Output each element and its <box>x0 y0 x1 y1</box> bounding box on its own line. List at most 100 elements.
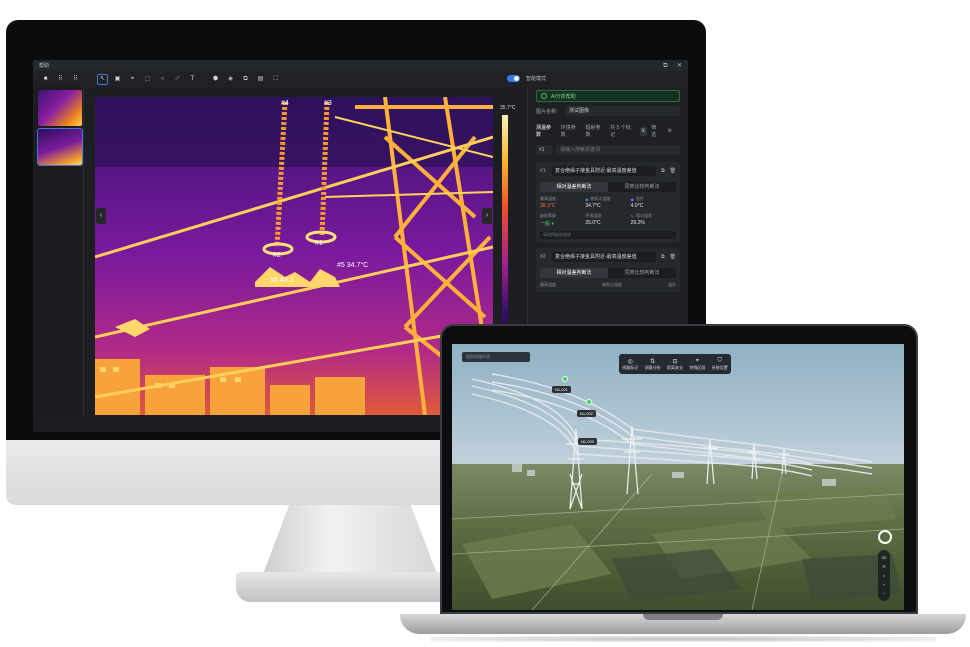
smart-mode-label: 智能模式 <box>525 76 546 82</box>
method-same-type[interactable]: 同类比较判断法 <box>608 268 676 278</box>
spot-label-1: #1 <box>315 240 323 247</box>
filter-icon[interactable]: ⊻ <box>639 126 648 136</box>
pointer-icon[interactable]: ↖ <box>97 73 108 85</box>
pin-icon: ⌖ <box>695 357 700 364</box>
copy-icon[interactable]: ⧉ <box>661 168 665 174</box>
spot-label-4: #4 <box>281 100 289 107</box>
ai-assist-label: AI分析帮助 <box>551 93 576 100</box>
compass-icon[interactable] <box>878 530 892 544</box>
defect-description-select[interactable]: 请选择缺陷描述 <box>540 231 676 239</box>
tag-icon[interactable]: ◈ <box>226 75 235 84</box>
metric-temp-rise: ◆ 温升 4.0°C <box>630 196 644 209</box>
marker-card: #2 复合绝缘子接金具附近-最高温度差值 ⧉ 🗑 相对温差判断法 同类比较判断法… <box>536 248 680 292</box>
tab-radiation[interactable]: 辐射参数 <box>586 124 603 138</box>
laptop-shadow <box>430 636 936 642</box>
diamond-icon: ◆ <box>585 196 589 202</box>
metric-relative-diff: ✎ 相对温差 29.2% <box>630 213 653 226</box>
measure-icon: ⇅ <box>650 358 656 365</box>
method-relative-diff[interactable]: 相对温差判断法 <box>540 182 608 192</box>
window-titlebar: 帮助 ⧉ ✕ <box>33 60 688 71</box>
line-icon[interactable]: ⟋ <box>173 75 182 84</box>
spot-label-5: #5 34.7°C <box>337 261 368 269</box>
spot-label-3: #3 <box>324 100 332 107</box>
3d-map-scene[interactable] <box>452 344 904 610</box>
method-relative-diff[interactable]: 相对温差判断法 <box>540 268 608 278</box>
tab-environment[interactable]: 环境参数 <box>561 124 578 138</box>
metric-grid: 最高温度 38.3°C ◆参照点温度 34.7°C ◆温升 4.0°C 缺陷 <box>540 196 676 227</box>
measure-tool[interactable]: ⇅ 测量分析 <box>645 358 661 371</box>
metric-label-row: 最高温度 参照点温度 温升 <box>540 282 676 287</box>
single-view-icon[interactable]: ■ <box>41 75 50 84</box>
zoom-in-icon[interactable]: + <box>883 582 885 587</box>
judgment-method-switch: 相对温差判断法 同类比较判断法 <box>540 182 676 192</box>
spot-label-2: #2 <box>273 252 281 259</box>
grid-icon[interactable]: ▤ <box>256 75 265 84</box>
tower-label[interactable]: N1,001 <box>552 386 571 393</box>
laptop-opening-notch <box>643 614 723 620</box>
split-view-icon[interactable]: ⠿ <box>56 75 65 84</box>
fullscreen-icon[interactable]: ⛶ <box>271 75 280 84</box>
fill-icon[interactable]: ⬢ <box>211 75 220 84</box>
method-same-type[interactable]: 同类比较判断法 <box>608 182 676 192</box>
judgment-method-switch: 相对温差判断法 同类比较判断法 <box>540 268 676 278</box>
annotation-toolbar: ■ ⠿ ⠿ ↖ ▣ ⌖ ⬚ ○ ⟋ T ⬢ ◈ ⧉ ▤ ⛶ 智能模式 <box>33 71 688 87</box>
next-image-arrow[interactable]: › <box>482 208 492 224</box>
marker-index: #1 <box>540 168 546 174</box>
tower-pin-icon[interactable] <box>586 399 592 405</box>
image-name-label: 图片名称： <box>536 108 562 115</box>
box-icon[interactable]: ⬚ <box>143 75 152 84</box>
tower-label[interactable]: N1,002 <box>577 410 596 417</box>
filter-label[interactable]: 筛选 <box>651 124 659 138</box>
rotate-icon[interactable]: ⟳ <box>882 564 885 569</box>
tower-pin-icon[interactable] <box>562 376 568 382</box>
line-marker-tool[interactable]: ◎ 线路标记 <box>622 358 638 371</box>
delete-icon[interactable]: 🗑 <box>670 254 676 260</box>
metric-ambient-temp: 环境温度 25.0°C <box>585 213 602 226</box>
marker-name-field[interactable]: 复合绝缘子接金具附近-最高温度差值 <box>552 252 657 262</box>
previous-image-arrow[interactable]: ‹ <box>96 208 106 224</box>
map-toolbar: ◎ 线路标记 ⇅ 测量分析 ⊡ 距离安全 ⌖ 特殊区段 ⛉ 系统设置 <box>619 354 731 374</box>
window-title: 帮助 <box>39 63 50 69</box>
temperature-color-scale <box>502 115 508 345</box>
diamond-icon: ◆ <box>630 196 634 202</box>
metric-max-temp: 最高温度 38.3°C <box>540 196 556 209</box>
target-icon[interactable]: ⌖ <box>128 75 137 84</box>
marker-number-select[interactable]: #1 <box>536 145 552 155</box>
image-name-field[interactable]: 测试图像 <box>565 106 680 116</box>
home-icon[interactable]: ⌂ <box>883 573 885 578</box>
layers-icon[interactable]: ⧉ <box>241 75 250 84</box>
tower-search-input[interactable]: 搜索线路杆塔 <box>462 352 530 362</box>
view-3d-toggle[interactable]: 3D <box>881 555 886 560</box>
zoom-out-icon[interactable]: − <box>883 591 885 596</box>
settings-gear-icon[interactable]: ⚙ <box>668 128 672 134</box>
clearance-tool[interactable]: ⊡ 距离安全 <box>667 358 683 371</box>
ai-assist-banner[interactable]: AI分析帮助 <box>536 90 680 102</box>
laptop: 搜索线路杆塔 ◎ 线路标记 ⇅ 测量分析 ⊡ 距离安全 ⌖ 特殊区段 ⛉ 系统设置 N1,… <box>400 324 966 644</box>
system-settings-tool[interactable]: ⛉ 系统设置 <box>712 358 728 371</box>
marker-search-input[interactable]: 请输入搜索关键词 <box>556 145 680 155</box>
text-icon[interactable]: T <box>188 75 197 84</box>
marker-search-row: #1 请输入搜索关键词 <box>536 145 680 155</box>
close-window-icon[interactable]: ✕ <box>677 63 682 69</box>
smart-mode-toggle[interactable] <box>507 75 520 82</box>
parameter-tabs: 测温参数 环境参数 辐射参数 共 5 个标记 ⊻ 筛选 ⚙ <box>536 124 680 138</box>
tab-temperature[interactable]: 测温参数 <box>536 124 553 138</box>
marker-card: #1 复合绝缘子接金具附近-最高温度差值 ⧉ 🗑 相对温差判断法 同类比较判断法… <box>536 162 680 243</box>
grid-view-icon[interactable]: ⠿ <box>71 75 80 84</box>
delete-icon[interactable]: 🗑 <box>670 168 676 174</box>
thumbnail-item-selected[interactable] <box>37 128 83 166</box>
spot-label-6: #6 43.2 <box>270 277 293 284</box>
tower-label[interactable]: N1,003 <box>578 438 597 445</box>
circle-icon[interactable]: ○ <box>158 75 167 84</box>
crop-icon[interactable]: ▣ <box>113 75 122 84</box>
marker-index: #2 <box>540 254 546 260</box>
restore-window-icon[interactable]: ⧉ <box>663 63 667 69</box>
product-showcase: 帮助 ⧉ ✕ ■ ⠿ ⠿ ↖ ▣ ⌖ ⬚ ○ ⟋ T ⬢ ◈ ⧉ ▤ ⛶ 智能模… <box>0 0 970 647</box>
image-thumbnail-list <box>36 87 84 417</box>
special-section-tool[interactable]: ⌖ 特殊区段 <box>689 358 705 371</box>
metric-defect-level[interactable]: 缺陷等级 一般 ▾ <box>540 213 585 227</box>
marker-name-field[interactable]: 复合绝缘子接金具附近-最高温度差值 <box>552 166 657 176</box>
thumbnail-item[interactable] <box>38 90 82 126</box>
copy-icon[interactable]: ⧉ <box>661 254 665 260</box>
map-side-controls: 3D ⟳ ⌂ + − <box>878 550 890 601</box>
